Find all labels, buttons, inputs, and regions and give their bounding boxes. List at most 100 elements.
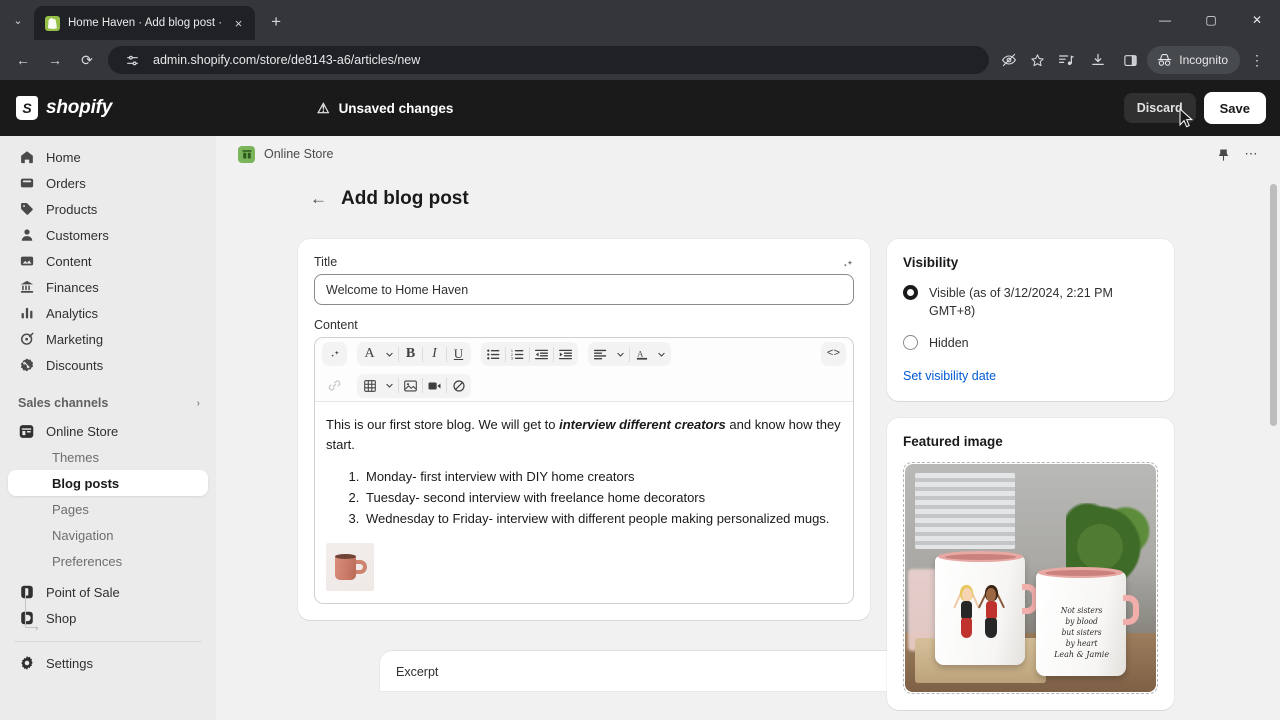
breadcrumb[interactable]: Online Store [238,145,333,163]
maximize-button[interactable]: ▢ [1188,0,1234,40]
address-bar[interactable]: admin.shopify.com/store/de8143-a6/articl… [108,46,990,74]
sidebar-divider [14,641,202,642]
sidebar-item-online-store[interactable]: Online Store [8,418,208,444]
sidebar-subitem-label: Themes [52,449,99,465]
sidebar-item-point-of-sale[interactable]: Point of Sale [8,579,208,605]
tree-connector [25,588,26,628]
downloads-icon[interactable] [1083,45,1113,75]
visibility-card-title: Visibility [903,255,959,270]
font-style-button[interactable]: A [358,343,381,365]
more-options-icon[interactable]: ⋯ [1240,143,1262,165]
numbered-list-button[interactable]: 123 [506,343,529,365]
editor-content-area[interactable]: This is our first store blog. We will ge… [315,402,853,603]
shopify-wordmark: shopify [46,97,113,118]
radio-visible[interactable] [903,285,918,300]
text-color-button[interactable]: A [630,343,653,365]
bulleted-list-button[interactable] [482,343,505,365]
incognito-label: Incognito [1179,53,1228,67]
magic-sparkle-icon[interactable] [841,257,854,273]
sidebar-item-navigation[interactable]: Navigation [8,522,208,548]
shopify-logo[interactable]: S shopify [16,96,112,120]
paragraph-text-pre: This is our first store blog. We will ge… [326,417,560,432]
title-input[interactable] [314,274,854,305]
sidebar-item-preferences[interactable]: Preferences [8,548,208,574]
chrome-menu-icon[interactable]: ⋮ [1242,45,1272,75]
sidebar-item-products[interactable]: Products [8,196,208,222]
magic-sparkle-button[interactable] [322,342,347,366]
side-panel-icon[interactable] [1115,45,1145,75]
site-settings-icon[interactable] [120,48,144,72]
bookmark-star-icon[interactable] [1025,48,1049,72]
indent-button[interactable] [554,343,577,365]
browser-tab[interactable]: Home Haven · Add blog post · × [34,6,256,40]
topbar-actions: Discard Save [1123,92,1266,124]
primary-column: Title Content [298,239,952,710]
sidebar-item-finances[interactable]: Finances [8,274,208,300]
chevron-right-icon[interactable]: › [197,398,200,409]
content-label: Content [314,318,358,332]
back-arrow-icon[interactable]: ← [310,189,327,209]
sidebar-item-analytics[interactable]: Analytics [8,300,208,326]
table-chevron-icon[interactable] [381,375,398,397]
sidebar-item-blog-posts[interactable]: Blog posts [8,470,208,496]
shop-icon [18,610,35,627]
artwork-figure-brunette [977,584,1005,643]
align-chevron-icon[interactable] [612,343,629,365]
sidebar-item-home[interactable]: Home [8,144,208,170]
table-button[interactable] [358,375,381,397]
editor-toolbar-row-2 [315,370,853,402]
back-button[interactable]: ← [8,45,38,75]
font-style-chevron-icon[interactable] [381,343,398,365]
omnibox-actions [997,48,1049,72]
featured-image-dropzone[interactable]: Not sisters by blood but sisters by hear… [903,462,1158,695]
align-button[interactable] [589,343,612,365]
rich-text-editor: A B I U 1 2 3 A <> This is our first sto… [314,337,854,604]
tab-close-icon[interactable]: × [230,15,247,32]
page-vertical-scrollbar[interactable] [1270,184,1277,426]
text-color-chevron-icon[interactable] [653,343,670,365]
discard-button[interactable]: Discard [1123,93,1196,123]
insert-video-button[interactable] [423,375,446,397]
bold-button[interactable]: B [399,343,422,365]
hide-password-icon[interactable] [997,48,1021,72]
visibility-option-hidden[interactable]: Hidden [903,334,1158,352]
link-button[interactable] [322,374,347,398]
sidebar-item-customers[interactable]: Customers [8,222,208,248]
sidebar-item-label: Customers [46,227,109,243]
sidebar-item-pages[interactable]: Pages [8,496,208,522]
sidebar-item-orders[interactable]: Orders [8,170,208,196]
sidebar-item-settings[interactable]: Settings [8,650,208,676]
editor-inline-image-wrapper [326,542,842,591]
underline-button[interactable]: U [447,343,470,365]
set-visibility-date-link[interactable]: Set visibility date [903,369,996,383]
sidebar-item-shop[interactable]: Shop [8,605,208,631]
visibility-option-visible[interactable]: Visible (as of 3/12/2024, 2:21 PM GMT+8) [903,284,1158,320]
forward-button[interactable]: → [40,45,70,75]
pin-icon[interactable] [1212,143,1234,165]
radio-hidden[interactable] [903,335,918,351]
reload-button[interactable]: ⟳ [72,45,102,75]
save-button[interactable]: Save [1203,92,1266,124]
list-group: 123 [481,342,578,366]
reading-list-icon[interactable] [1051,45,1081,75]
sidebar-section-sales-channels[interactable]: Sales channels › [8,390,208,416]
show-html-button[interactable]: <> [821,342,846,366]
clear-formatting-button[interactable] [447,375,470,397]
italic-button[interactable]: I [423,343,446,365]
sidebar-item-content[interactable]: Content [8,248,208,274]
svg-text:3: 3 [511,356,513,359]
minimize-button[interactable]: — [1142,0,1188,40]
pink-mug-thumbnail[interactable] [326,542,374,591]
close-window-button[interactable]: ✕ [1234,0,1280,40]
sidebar-item-themes[interactable]: Themes [8,444,208,470]
outdent-button[interactable] [530,343,553,365]
sidebar-item-marketing[interactable]: Marketing [8,326,208,352]
new-tab-button[interactable]: + [262,8,290,36]
shopify-bag-icon: S [16,96,38,120]
sidebar-item-discounts[interactable]: Discounts [8,352,208,378]
list-item: Tuesday- second interview with freelance… [363,487,842,508]
incognito-indicator[interactable]: Incognito [1147,46,1240,74]
tab-search-chevron-icon[interactable]: ⌄ [4,6,32,34]
visibility-card: Visibility Visible (as of 3/12/2024, 2:2… [887,239,1174,402]
insert-image-button[interactable] [399,375,422,397]
